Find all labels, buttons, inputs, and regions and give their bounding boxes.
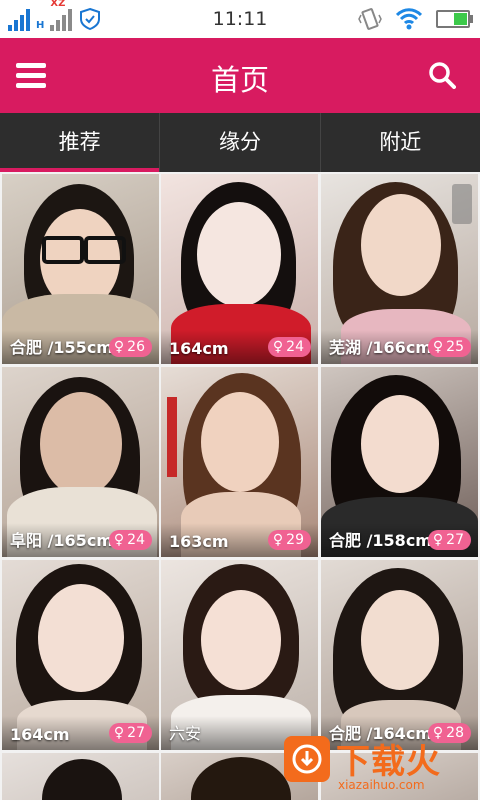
profile-info: 阜阳 /165cm [10, 531, 113, 550]
age-badge: ♀ 24 [267, 337, 311, 357]
profile-card[interactable]: 六安 [161, 560, 318, 750]
vibrate-icon [358, 8, 382, 30]
profile-card[interactable]: 芜湖 /166cm ♀ 25 [321, 174, 478, 364]
female-icon: ♀ [432, 532, 444, 548]
watermark-logo-icon [284, 736, 330, 782]
profile-photo [2, 753, 159, 800]
profile-card[interactable]: 合肥 /164cm ♀ 28 [321, 560, 478, 750]
age-value: 27 [127, 725, 145, 741]
profile-card[interactable]: 163cm ♀ 29 [161, 367, 318, 557]
age-value: 24 [286, 339, 304, 355]
age-badge: ♀ 27 [108, 723, 152, 743]
watermark: 下载火 xiazaihuo.com [284, 734, 474, 796]
profile-info: 六安 [169, 724, 202, 743]
profile-card[interactable]: 164cm ♀ 24 [161, 174, 318, 364]
search-icon[interactable] [428, 61, 456, 89]
profile-info: 164cm [169, 339, 229, 358]
watermark-text: 下载火 [336, 742, 441, 782]
profile-card[interactable]: 合肥 /155cm ♀ 26 [2, 174, 159, 364]
status-right-icons [358, 7, 473, 31]
profile-info: 合肥 /158cm [329, 531, 432, 550]
page-title: 首页 [210, 63, 269, 97]
female-icon: ♀ [272, 532, 284, 548]
female-icon: ♀ [113, 532, 125, 548]
age-value: 24 [127, 532, 145, 548]
tab-recommended[interactable]: 推荐 [0, 113, 161, 172]
female-icon: ♀ [432, 339, 444, 355]
profile-card[interactable]: 合肥 /158cm ♀ 27 [321, 367, 478, 557]
age-value: 26 [127, 339, 145, 355]
female-icon: ♀ [272, 339, 284, 355]
female-icon: ♀ [113, 725, 125, 741]
age-value: 29 [286, 532, 304, 548]
age-value: 27 [446, 532, 464, 548]
tab-fate[interactable]: 缘分 [160, 113, 321, 172]
profile-card[interactable]: 阜阳 /165cm ♀ 24 [2, 367, 159, 557]
watermark-url: xiazaihuo.com [338, 778, 425, 792]
female-icon: ♀ [113, 339, 125, 355]
age-badge: ♀ 24 [108, 530, 152, 550]
age-badge: ♀ 29 [267, 530, 311, 550]
tab-nearby[interactable]: 附近 [321, 113, 480, 172]
battery-icon [436, 10, 473, 28]
profile-info: 164cm [10, 725, 70, 744]
age-badge: ♀ 27 [427, 530, 471, 550]
wifi-icon [396, 8, 422, 30]
profile-info: 合肥 /155cm [10, 338, 113, 357]
profile-info: 163cm [169, 532, 229, 551]
profile-info: 芜湖 /166cm [329, 338, 432, 357]
profile-card[interactable] [2, 753, 159, 800]
age-value: 25 [446, 339, 464, 355]
tab-bar: 推荐 缘分 附近 [0, 113, 480, 172]
age-badge: ♀ 25 [427, 337, 471, 357]
app-header: 首页 [0, 38, 480, 113]
age-badge: ♀ 26 [108, 337, 152, 357]
status-bar: H XZ 11:11 [0, 0, 480, 38]
profile-card[interactable]: 164cm ♀ 27 [2, 560, 159, 750]
